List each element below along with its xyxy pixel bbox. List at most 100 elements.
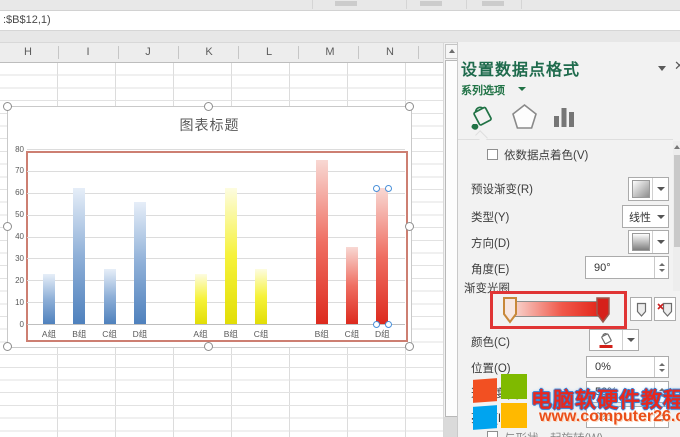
chevron-down-icon	[627, 338, 635, 342]
chart-selection-handle[interactable]	[204, 342, 213, 351]
data-point-handle[interactable]	[373, 185, 380, 192]
close-icon[interactable]: ✕	[674, 58, 680, 74]
column-header-J[interactable]: J	[133, 46, 163, 58]
stop-color-button[interactable]	[589, 329, 639, 351]
y-tick-label: 30	[9, 254, 24, 263]
paint-bucket-icon[interactable]	[466, 100, 500, 134]
column-header-L[interactable]: L	[254, 46, 284, 58]
x-category-label: C组	[247, 328, 275, 340]
spin-up-icon[interactable]	[659, 413, 665, 416]
y-tick-label: 70	[9, 166, 24, 175]
rotate-with-shape-checkbox[interactable]	[487, 431, 498, 437]
excel-window: :$B$12,1) HIJKLMN 图表标题 01020304050607080…	[0, 0, 680, 437]
rotate-with-shape-label[interactable]: 与形状一起旋转(W)	[504, 430, 603, 437]
gradient-direction-dropdown[interactable]	[628, 230, 669, 254]
transparency-spinner[interactable]: 50%	[586, 381, 669, 403]
bar-red-C组[interactable]	[346, 247, 358, 324]
worksheet-vertical-scrollbar[interactable]	[443, 43, 458, 437]
column-header-H[interactable]: H	[13, 46, 43, 58]
spin-down-icon[interactable]	[659, 394, 665, 397]
chart-selection-handle[interactable]	[3, 222, 12, 231]
formula-bar[interactable]: :$B$12,1)	[0, 11, 680, 31]
column-header-separator	[238, 46, 239, 59]
tutorial-highlight-box	[490, 291, 627, 329]
gradient-angle-label: 角度(E)	[471, 261, 509, 277]
chart-selection-handle[interactable]	[3, 102, 12, 111]
ribbon-group-label-fragment	[482, 1, 504, 6]
chevron-down-icon	[657, 187, 665, 191]
chevron-down-icon	[657, 240, 665, 244]
column-header-M[interactable]: M	[315, 46, 345, 58]
chart-plot: 01020304050607080A组B组C组D组A组B组C组B组C组D组	[8, 107, 411, 347]
gradient-stop-icon	[635, 302, 648, 317]
remove-gradient-stop-button[interactable]	[654, 297, 676, 321]
pane-scrollbar[interactable]	[673, 141, 680, 291]
y-tick-label: 60	[9, 188, 24, 197]
bar-blue-A组[interactable]	[43, 274, 55, 324]
bar-yellow-C组[interactable]	[255, 269, 267, 324]
ribbon-group-separator	[521, 0, 522, 9]
column-header-I[interactable]: I	[73, 46, 103, 58]
bar-blue-C组[interactable]	[104, 269, 116, 324]
bar-blue-B组[interactable]	[73, 188, 85, 324]
stop-transparency-label: 透明度(T)	[471, 385, 520, 401]
data-point-handle[interactable]	[373, 321, 380, 328]
bar-yellow-A组[interactable]	[195, 274, 207, 324]
spin-up-icon[interactable]	[659, 363, 665, 366]
y-tick-label: 10	[9, 298, 24, 307]
y-tick-label: 40	[9, 232, 24, 241]
ribbon-group-label-fragment	[335, 1, 357, 6]
column-header-separator	[58, 46, 59, 59]
gradient-type-dropdown[interactable]: 线性	[622, 205, 669, 228]
ribbon-bottom-edge	[0, 0, 680, 11]
x-category-label: B组	[308, 328, 336, 340]
gridline	[27, 149, 405, 150]
x-category-label: C组	[96, 328, 124, 340]
bar-red-B组[interactable]	[316, 160, 328, 324]
paint-bucket-color-icon	[598, 331, 615, 349]
divider	[458, 139, 673, 140]
y-tick-label: 80	[9, 145, 24, 154]
pentagon-icon[interactable]	[511, 103, 538, 130]
chart-selection-handle[interactable]	[405, 342, 414, 351]
spin-down-icon[interactable]	[659, 369, 665, 372]
bar-blue-D组[interactable]	[134, 202, 146, 325]
pane-title: 设置数据点格式	[461, 56, 580, 80]
ribbon-group-label-fragment	[420, 1, 442, 6]
chart-object[interactable]: 图表标题 01020304050607080A组B组C组D组A组B组C组B组C组…	[7, 106, 412, 348]
chart-selection-handle[interactable]	[204, 102, 213, 111]
pane-scrollbar-thumb[interactable]	[674, 155, 680, 247]
add-gradient-stop-button[interactable]	[630, 297, 652, 321]
x-category-label: A组	[187, 328, 215, 340]
column-header-K[interactable]: K	[194, 46, 224, 58]
position-spinner[interactable]: 0%	[586, 356, 669, 378]
spin-down-icon[interactable]	[659, 419, 665, 422]
chart-selection-handle[interactable]	[405, 102, 414, 111]
color-by-point-checkbox[interactable]	[487, 149, 498, 160]
chart-selection-handle[interactable]	[3, 342, 12, 351]
data-point-handle[interactable]	[385, 321, 392, 328]
spin-up-icon[interactable]	[659, 388, 665, 391]
color-by-point-label[interactable]: 依数据点着色(V)	[504, 147, 588, 163]
scrollbar-track-bottom[interactable]	[444, 417, 458, 437]
angle-spinner[interactable]: 90°	[585, 256, 669, 279]
y-tick-label: 0	[9, 320, 24, 329]
position-value: 0%	[587, 361, 654, 373]
bar-chart-icon[interactable]	[552, 104, 576, 129]
x-category-label: D组	[368, 328, 396, 340]
formula-text[interactable]: :$B$12,1)	[3, 14, 51, 26]
preset-gradient-dropdown[interactable]	[628, 177, 669, 201]
arrow-up-icon	[674, 145, 680, 149]
data-point-handle[interactable]	[385, 185, 392, 192]
chart-selection-handle[interactable]	[405, 222, 414, 231]
column-header-N[interactable]: N	[375, 46, 405, 58]
spin-up-icon[interactable]	[659, 263, 665, 266]
brightness-spinner[interactable]: 0%	[586, 406, 669, 428]
chevron-down-icon[interactable]	[658, 66, 666, 71]
bar-red-D组[interactable]	[376, 188, 388, 324]
gradient-type-value: 线性	[623, 209, 653, 225]
bar-yellow-B组[interactable]	[225, 188, 237, 324]
spin-down-icon[interactable]	[659, 269, 665, 272]
column-header-separator	[298, 46, 299, 59]
series-options-dropdown[interactable]: 系列选项	[461, 82, 505, 98]
